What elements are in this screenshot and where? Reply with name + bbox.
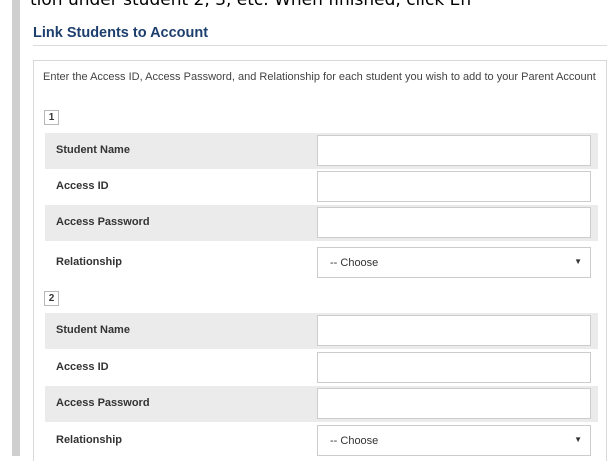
access-password-input[interactable]	[317, 207, 591, 238]
relationship-select-value: -- Choose	[330, 257, 379, 269]
chevron-down-icon: ▼	[574, 435, 582, 444]
left-border-bar	[12, 0, 20, 456]
relationship-row: Relationship -- Choose ▼	[45, 245, 598, 281]
access-password-label: Access Password	[56, 216, 150, 228]
student-name-label: Student Name	[56, 144, 130, 156]
access-password-input[interactable]	[317, 388, 591, 419]
access-password-row: Access Password	[45, 386, 598, 422]
chevron-down-icon: ▼	[574, 257, 582, 266]
relationship-select-value: -- Choose	[330, 435, 379, 447]
student-name-input[interactable]	[317, 315, 591, 346]
relationship-select[interactable]: -- Choose ▼	[317, 425, 591, 456]
student-name-label: Student Name	[56, 324, 130, 336]
student-number-badge: 1	[44, 110, 59, 125]
relationship-row: Relationship -- Choose ▼	[45, 423, 598, 459]
form-intro-text: Enter the Access ID, Access Password, an…	[43, 71, 596, 83]
access-id-label: Access ID	[56, 361, 109, 373]
relationship-label: Relationship	[56, 434, 123, 446]
access-password-row: Access Password	[45, 205, 598, 241]
access-id-row: Access ID	[45, 169, 598, 205]
access-id-input[interactable]	[317, 171, 591, 202]
student-name-row: Student Name	[45, 133, 598, 169]
top-instruction-text: tion under student 2, 3, etc. When finis…	[30, 0, 472, 10]
panel-title: Link Students to Account	[33, 25, 209, 41]
student-name-input[interactable]	[317, 135, 591, 166]
relationship-label: Relationship	[56, 256, 123, 268]
student-number-badge: 2	[44, 291, 59, 306]
access-password-label: Access Password	[56, 397, 150, 409]
title-divider	[33, 45, 607, 46]
access-id-row: Access ID	[45, 350, 598, 386]
access-id-input[interactable]	[317, 352, 591, 383]
link-students-form: Enter the Access ID, Access Password, an…	[33, 60, 607, 461]
relationship-select[interactable]: -- Choose ▼	[317, 247, 591, 278]
student-name-row: Student Name	[45, 313, 598, 349]
access-id-label: Access ID	[56, 180, 109, 192]
